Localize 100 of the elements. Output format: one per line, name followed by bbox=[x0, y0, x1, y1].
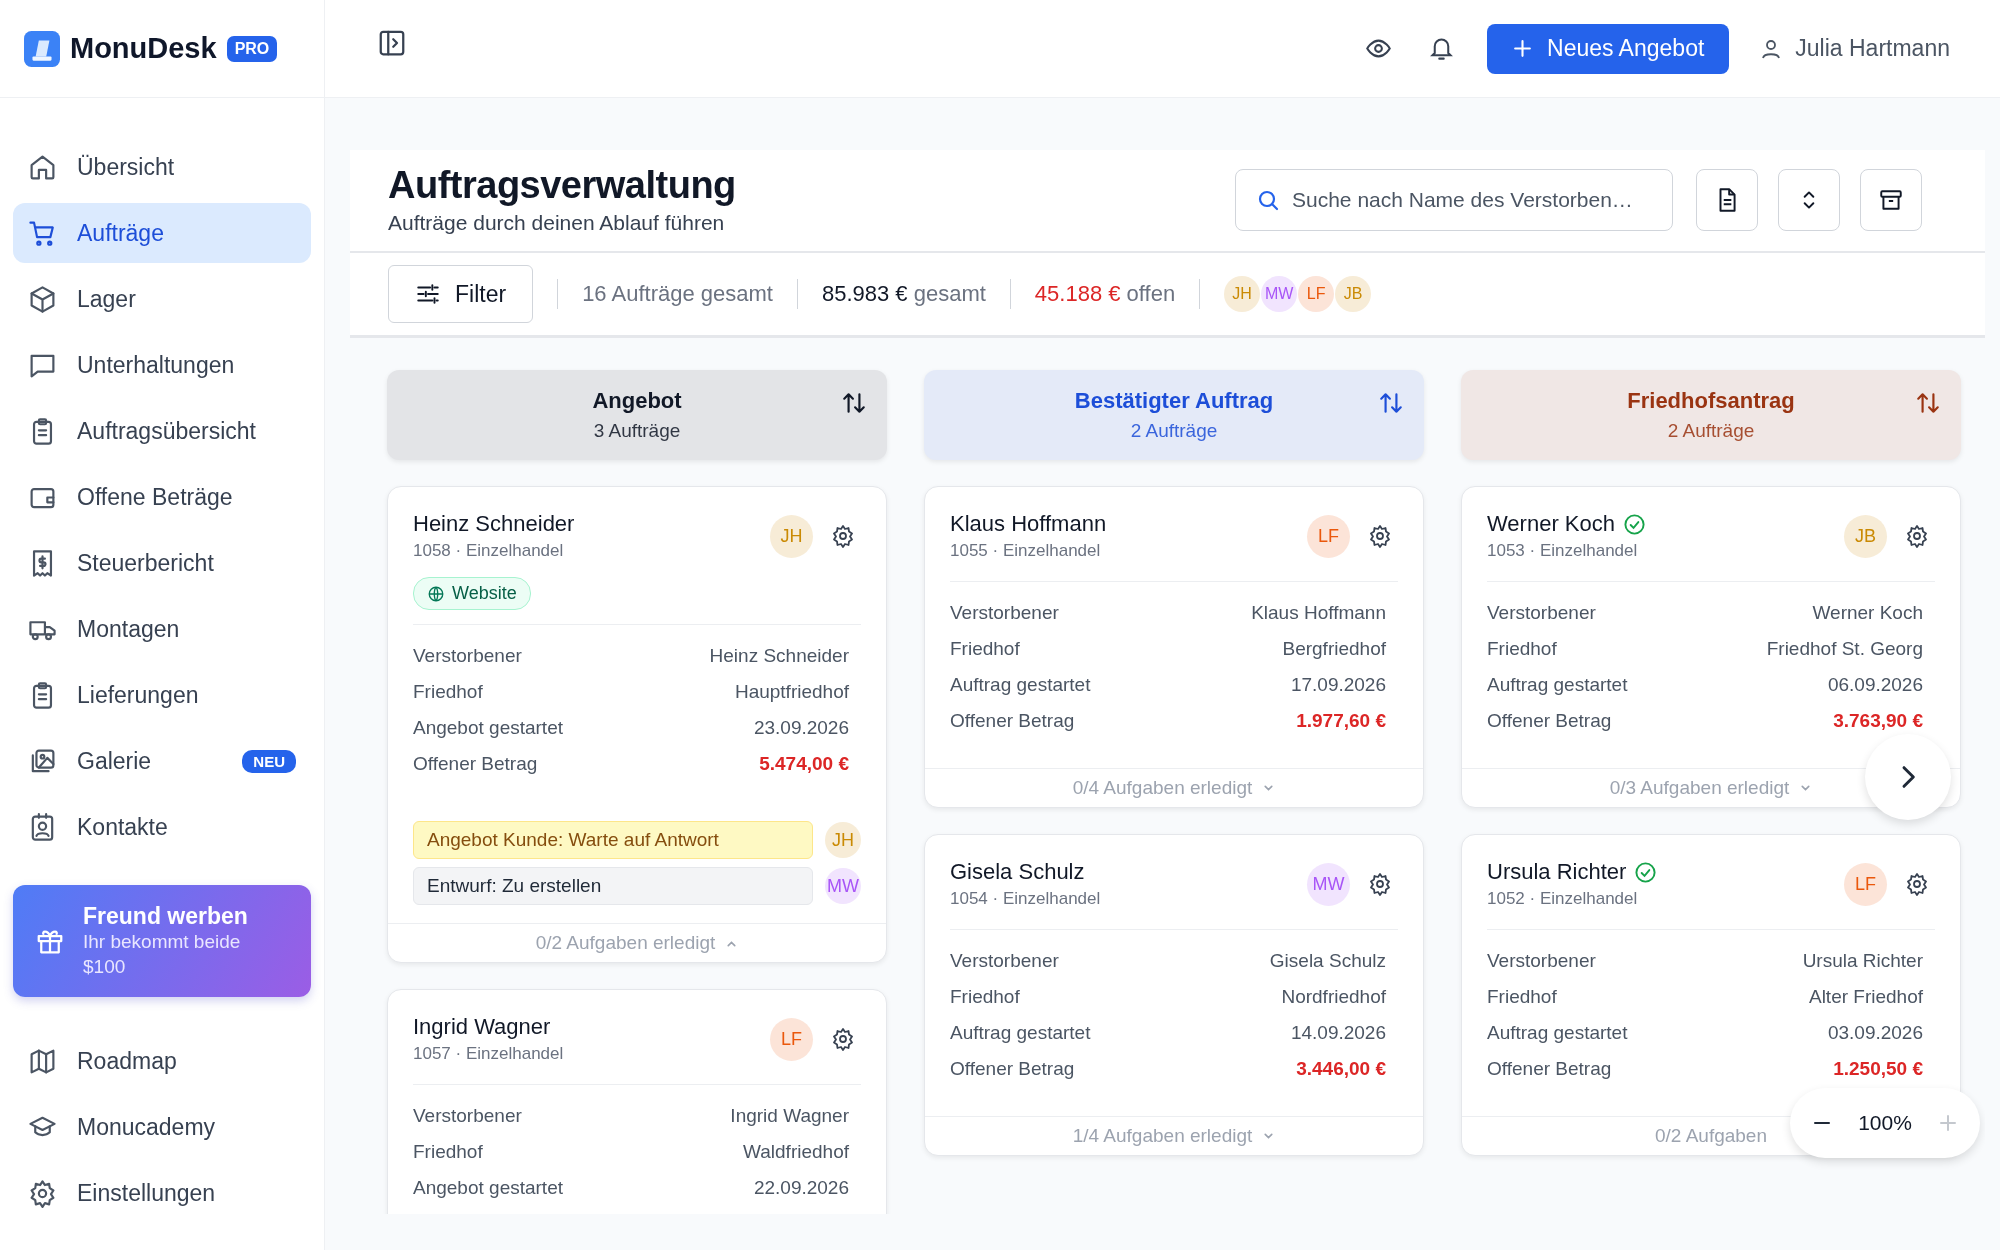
card-title: Heinz Schneider bbox=[413, 511, 575, 537]
card-meta: 1057 · Einzelhandel bbox=[413, 1044, 565, 1064]
field-value: 3.763,90 € bbox=[1833, 710, 1923, 732]
field-label: Verstorbener bbox=[413, 645, 522, 667]
order-card[interactable] bbox=[387, 486, 887, 963]
order-count: 16 Aufträge gesamt bbox=[582, 281, 773, 307]
field-label: Auftrag gestartet bbox=[1487, 1022, 1628, 1044]
settings-icon[interactable] bbox=[1368, 872, 1392, 896]
nav-item[interactable]: Kontakte bbox=[13, 797, 311, 857]
field-label: Offener Betrag bbox=[950, 1058, 1075, 1080]
field-label: Auftrag gestartet bbox=[950, 674, 1091, 696]
card-title: Werner Koch bbox=[1487, 511, 1615, 537]
page-subtitle: Aufträge durch deinen Ablauf führen bbox=[388, 211, 726, 235]
field-label: Offener Betrag bbox=[1487, 1058, 1612, 1080]
field-value: Klaus Hoffmann bbox=[1251, 602, 1386, 624]
box-icon bbox=[28, 284, 57, 314]
nav-item[interactable]: Steuerbericht bbox=[13, 533, 311, 593]
nav-item[interactable]: Monucademy bbox=[13, 1097, 311, 1157]
user-menu[interactable]: Julia Hartmann bbox=[1759, 35, 1950, 62]
field-value: 23.09.2026 bbox=[753, 717, 849, 739]
nav-item[interactable]: Einstellungen bbox=[13, 1163, 311, 1223]
sort-icon[interactable] bbox=[841, 390, 867, 416]
sliders-icon bbox=[415, 281, 441, 307]
field-value: 03.09.2026 bbox=[1827, 1022, 1923, 1044]
sort-toggle-button[interactable] bbox=[1778, 168, 1840, 231]
field-value: 1.977,60 € bbox=[1296, 710, 1386, 732]
nav-item[interactable]: Unterhaltungen bbox=[13, 335, 311, 395]
search-field[interactable]: Suche nach Name des Verstorben… bbox=[1235, 168, 1673, 231]
field-label: Verstorbener bbox=[1487, 950, 1596, 972]
plan-badge: PRO bbox=[226, 35, 278, 62]
document-button[interactable] bbox=[1696, 168, 1758, 231]
map-icon bbox=[28, 1046, 57, 1076]
field-value: Alter Friedhof bbox=[1808, 986, 1923, 1008]
settings-icon bbox=[28, 1178, 57, 1208]
source-tag: Website bbox=[413, 577, 531, 610]
page-title: Auftragsverwaltung bbox=[388, 164, 737, 207]
field-label: Offener Betrag bbox=[413, 753, 538, 775]
sort-icon[interactable] bbox=[1915, 390, 1941, 416]
column-count: 3 Aufträge bbox=[593, 420, 681, 442]
card-title: Klaus Hoffmann bbox=[950, 511, 1107, 537]
field-value: 3.446,00 € bbox=[1296, 1058, 1386, 1080]
globe-icon bbox=[427, 584, 445, 603]
field-value: Gisela Schulz bbox=[1269, 950, 1386, 972]
column-title: Bestätigter Auftrag bbox=[1074, 388, 1274, 414]
card-meta: 1052 · Einzelhandel bbox=[1487, 889, 1639, 909]
card-title: Ingrid Wagner bbox=[413, 1014, 551, 1040]
field-label: Auftrag gestartet bbox=[1487, 674, 1628, 696]
settings-icon[interactable] bbox=[831, 524, 855, 548]
nav-item[interactable]: Offene Beträge bbox=[13, 467, 311, 527]
field-value: Werner Koch bbox=[1812, 602, 1923, 624]
field-label: Verstorbener bbox=[413, 1105, 522, 1127]
field-value: 14.09.2026 bbox=[1290, 1022, 1386, 1044]
nav-item[interactable]: Auftragsübersicht bbox=[13, 401, 311, 461]
order-card[interactable]: Ingrid Wagner 1057 · Einzelhandel LF Verstorbener Ingrid Wagner Friedhof Waldfriedhof Angebot gestartet 22.09.2026 bbox=[387, 989, 887, 1214]
bell-icon[interactable] bbox=[1428, 35, 1455, 62]
nav-item[interactable]: Aufträge bbox=[13, 203, 311, 263]
field-value: Ursula Richter bbox=[1802, 950, 1923, 972]
task-status[interactable]: Angebot Kunde: Warte auf Antwort bbox=[413, 821, 813, 859]
column-count: 2 Aufträge bbox=[1130, 420, 1218, 442]
order-card[interactable]: Klaus Hoffmann 1055 · Einzelhandel LF Verstorbener Klaus Hoffmann Friedhof Bergfriedhof Auftrag gestartet 17.09.2026 Offener Betrag 1.977,60 € 0/4 Aufgaben erledigt bbox=[924, 486, 1424, 808]
field-value: Ingrid Wagner bbox=[730, 1105, 849, 1127]
nav-item[interactable]: Roadmap bbox=[13, 1031, 311, 1091]
field-value: 5.474,00 € bbox=[759, 753, 849, 775]
field-value: 17.09.2026 bbox=[1290, 674, 1386, 696]
settings-icon[interactable] bbox=[1368, 524, 1392, 548]
nav-item[interactable]: Montagen bbox=[13, 599, 311, 659]
field-value: Heinz Schneider bbox=[709, 645, 849, 667]
field-value: 06.09.2026 bbox=[1827, 674, 1923, 696]
card-meta: 1055 · Einzelhandel bbox=[950, 541, 1102, 561]
field-label: Friedhof bbox=[413, 681, 483, 703]
field-label: Friedhof bbox=[950, 638, 1020, 660]
field-label: Friedhof bbox=[950, 986, 1020, 1008]
nav-item[interactable]: Lager bbox=[13, 269, 311, 329]
field-label: Angebot gestartet bbox=[413, 717, 563, 739]
field-label: Offener Betrag bbox=[950, 710, 1075, 732]
filter-button[interactable]: Filter bbox=[388, 265, 534, 323]
settings-icon[interactable] bbox=[1905, 524, 1929, 548]
field-label: Offener Betrag bbox=[1487, 710, 1612, 732]
nav-item[interactable]: Galerie NEU bbox=[13, 731, 311, 791]
archive-button[interactable] bbox=[1860, 168, 1922, 231]
nav-item[interactable]: Übersicht bbox=[13, 137, 311, 197]
field-label: Verstorbener bbox=[950, 602, 1059, 624]
column-title: Friedhofsantrag bbox=[1627, 388, 1795, 414]
settings-icon[interactable] bbox=[1905, 872, 1929, 896]
field-value: 22.09.2026 bbox=[753, 1177, 849, 1199]
field-value: 1.250,50 € bbox=[1833, 1058, 1923, 1080]
field-label: Verstorbener bbox=[950, 950, 1059, 972]
settings-icon[interactable] bbox=[831, 1027, 855, 1051]
field-value: Hauptfriedhof bbox=[734, 681, 849, 703]
card-meta: 1054 · Einzelhandel bbox=[950, 889, 1102, 909]
open-amount: 45.188 € offen bbox=[1034, 281, 1176, 307]
new-offer-button[interactable]: Neues Angebot bbox=[1487, 23, 1730, 74]
field-label: Friedhof bbox=[1487, 638, 1557, 660]
total-amount: 85.983 € gesamt bbox=[821, 281, 986, 307]
nav-item[interactable]: Lieferungen bbox=[13, 665, 311, 725]
order-card[interactable]: Gisela Schulz 1054 · Einzelhandel MW Verstorbener Gisela Schulz Friedhof Nordfriedhof Auftrag gestartet 14.09.2026 Offener Betrag 3.446,00 € 1/4 Aufgaben erledigt bbox=[924, 834, 1424, 1156]
referral-title: Freund werben bbox=[83, 902, 249, 930]
order-card[interactable]: Werner Koch 1053 · Einzelhandel JB Verstorbener Werner Koch Friedhof Friedhof St. Georg Auftrag gestartet 06.09.2026 Offener Betrag 3.763,90 € 0/3 Aufgaben erledigt bbox=[1461, 486, 1961, 808]
referral-card[interactable]: Freund werben Ihr bekommt beide $100 bbox=[13, 885, 311, 997]
task-status[interactable]: Entwurf: Zu erstellen bbox=[413, 867, 813, 905]
